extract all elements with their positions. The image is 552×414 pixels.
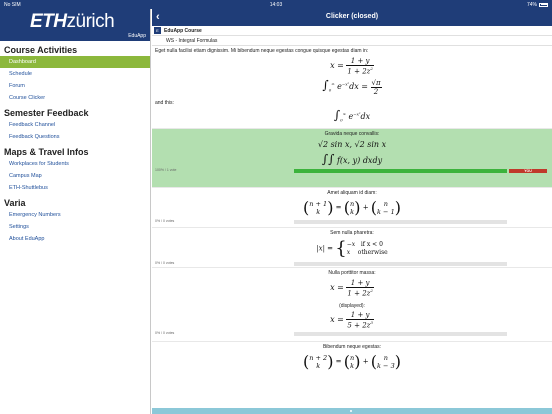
question-text: Eget nulla facilisi etiam dignissim. Mi … [155, 48, 369, 54]
vote-row: 0% / 0 votes [152, 219, 552, 225]
section-title-course-activities: Course Activities [4, 45, 78, 55]
sidebar-item-campus-map[interactable]: Campus Map [0, 170, 150, 182]
option-label: Gravida neque convallis: [324, 131, 380, 138]
section-header: WS - Integral Formulas [152, 36, 552, 46]
vote-count: 100% / 1 vote [155, 168, 177, 173]
section-title-semester-feedback: Semester Feedback [4, 108, 89, 118]
battery-icon [539, 2, 548, 7]
formula-x1: x = 1 + y1 + 2z2 [330, 279, 374, 298]
nav-bar: ‹ Clicker (closed) [152, 9, 552, 26]
displayed-text: (displayed): [339, 302, 365, 309]
sidebar-item-workplaces[interactable]: Workplaces for Students [0, 158, 150, 170]
option-label: Nulla porttitor massa: [328, 270, 376, 277]
sidebar-item-course-clicker[interactable]: Course Clicker [0, 92, 150, 104]
answer-option[interactable]: Nulla porttitor massa: x = 1 + y1 + 2z2 … [152, 267, 552, 341]
app-name: EduApp [128, 33, 146, 39]
sidebar-item-feedback-channel[interactable]: Feedback Channel [0, 119, 150, 131]
formula-gauss-integral: ∫0∞ e−x²dx = √π 2 [322, 78, 382, 96]
vote-row: 0% / 0 votes [152, 331, 552, 337]
formula-binomial-2: (n + 2 k) = (n k) + (n k − 3) [303, 352, 401, 372]
option-label: Bibendum neque egestas: [322, 344, 382, 351]
answer-option[interactable]: Amet aliquam id diam: (n + 1 k) = (n k) + … [152, 187, 552, 227]
section-title-varia: Varia [4, 198, 26, 208]
answer-option[interactable]: Bibendum neque egestas: (n + 2 k) = (n k) … [152, 341, 552, 381]
sidebar-item-feedback-questions[interactable]: Feedback Questions [0, 131, 150, 143]
page-dot[interactable] [350, 410, 352, 412]
formula-x2: x = 1 + y5 + 2z3 [330, 310, 374, 330]
sidebar-item-emergency-numbers[interactable]: Emergency Numbers [0, 209, 150, 221]
you-badge: YOU [509, 168, 547, 173]
vote-count: 0% / 0 votes [155, 219, 175, 224]
section-name: WS - Integral Formulas [166, 38, 218, 44]
status-bar: No SIM 14:03 74% [0, 0, 552, 9]
option-label: Sem nulla pharetra: [330, 230, 374, 237]
sidebar-item-about[interactable]: About EduApp [0, 233, 150, 245]
option-label: Amet aliquam id diam: [327, 190, 377, 197]
logo-area: ETHzürich EduApp [0, 9, 150, 41]
formula-sqrt: √2 sin x, √2 sin x [317, 140, 387, 150]
formula-integral: ∫0∞ e−x²dx [333, 107, 371, 123]
vote-bar [294, 331, 507, 336]
course-header: E EduApp Course [152, 26, 552, 36]
battery-indicator: 74% [527, 2, 548, 8]
sidebar-item-settings[interactable]: Settings [0, 221, 150, 233]
vote-bar [294, 168, 507, 173]
vote-bar-fill [294, 168, 507, 173]
clicker-content: Eget nulla facilisi etiam dignissim. Mi … [152, 46, 552, 408]
formula-double-integral: ∫∫ f(x, y) dxdy [321, 152, 383, 167]
battery-text: 74% [526, 2, 537, 8]
page-title: Clicker (closed) [325, 13, 379, 20]
sidebar-item-schedule[interactable]: Schedule [0, 68, 150, 80]
sidebar-item-forum[interactable]: Forum [0, 80, 150, 92]
clock-text: 14:03 [269, 2, 283, 8]
sidebar-item-shuttlebus[interactable]: ETH-Shuttlebus [0, 182, 150, 194]
sidebar-item-dashboard[interactable]: Dashboard [0, 56, 150, 68]
eth-logo: ETHzürich [30, 11, 115, 32]
page-indicator-bar [152, 408, 552, 414]
vote-bar [294, 261, 507, 266]
formula-x: x = 1 + y1 + 2z2 [330, 57, 374, 76]
sidebar: ETHzürich EduApp Course Activities Dashb… [0, 9, 151, 414]
course-icon: E [154, 27, 161, 34]
answer-option[interactable]: Sem nulla pharetra: |x| = {−x if x < 0x … [152, 227, 552, 267]
answer-option[interactable]: Gravida neque convallis: √2 sin x, √2 si… [152, 128, 552, 188]
vote-row: 100% / 1 vote YOU [152, 168, 552, 174]
vote-bar [294, 219, 507, 224]
vote-count: 0% / 0 votes [155, 331, 175, 336]
question-block: Eget nulla facilisi etiam dignissim. Mi … [152, 46, 552, 128]
formula-binomial: (n + 1 k) = (n k) + (n k − 1) [303, 198, 401, 218]
vote-count: 0% / 0 votes [155, 261, 175, 266]
and-this-text: and this: [155, 99, 174, 106]
formula-abs: |x| = {−x if x < 0x otherwise [316, 238, 388, 260]
course-name: EduApp Course [164, 28, 202, 34]
section-title-maps-travel: Maps & Travel Infos [4, 147, 89, 157]
